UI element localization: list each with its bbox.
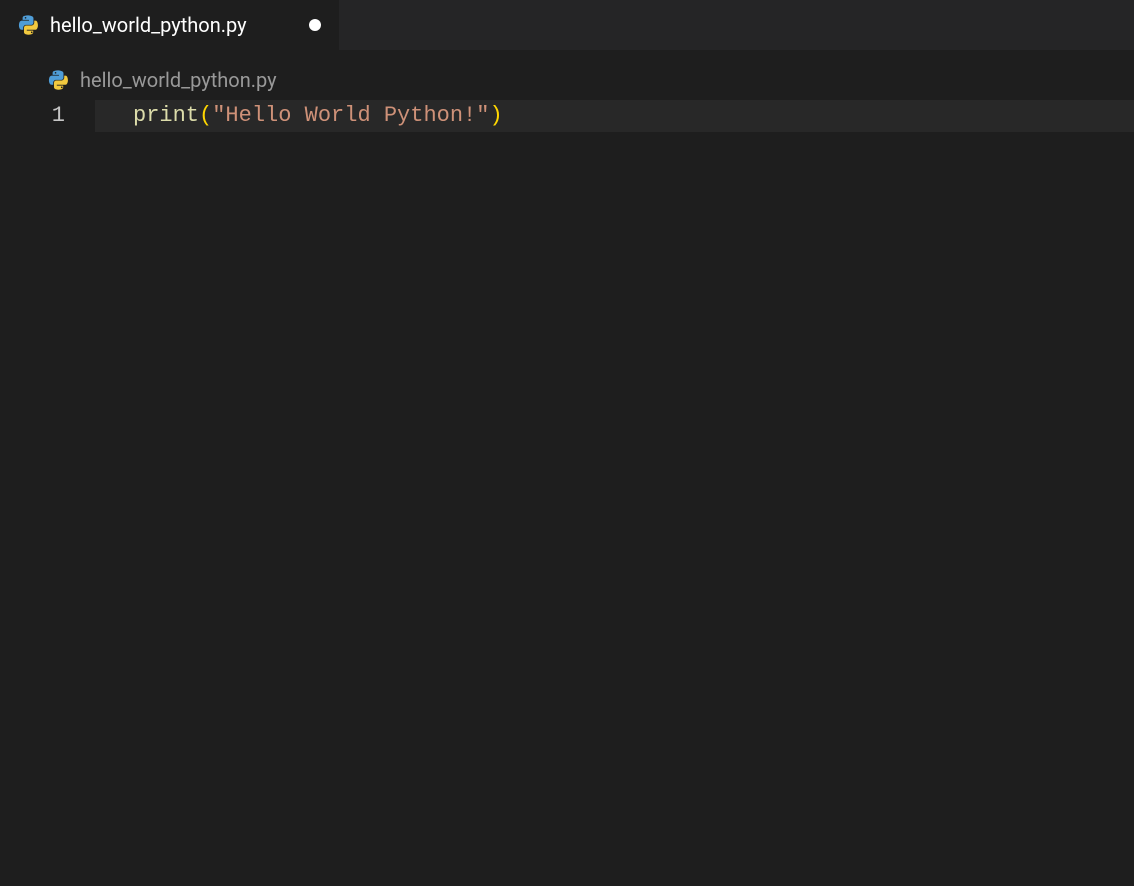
tab-bar: hello_world_python.py xyxy=(0,0,1134,50)
editor[interactable]: 1 print("Hello World Python!") xyxy=(0,100,1134,132)
python-file-icon xyxy=(18,14,40,36)
tab-file[interactable]: hello_world_python.py xyxy=(0,0,340,50)
breadcrumb-filename: hello_world_python.py xyxy=(80,68,277,92)
tab-filename: hello_world_python.py xyxy=(50,13,293,37)
token-paren-close: ) xyxy=(489,100,502,132)
code-line[interactable]: print("Hello World Python!") xyxy=(95,100,1134,132)
python-file-icon xyxy=(48,69,70,91)
breadcrumb[interactable]: hello_world_python.py xyxy=(0,50,1134,100)
line-number-gutter: 1 xyxy=(0,100,95,132)
code-content[interactable]: print("Hello World Python!") xyxy=(95,100,1134,132)
token-string: "Hello World Python!" xyxy=(212,100,489,132)
token-function: print xyxy=(133,100,199,132)
line-number: 1 xyxy=(0,100,65,132)
unsaved-indicator-icon[interactable] xyxy=(309,19,321,31)
token-paren-open: ( xyxy=(199,100,212,132)
